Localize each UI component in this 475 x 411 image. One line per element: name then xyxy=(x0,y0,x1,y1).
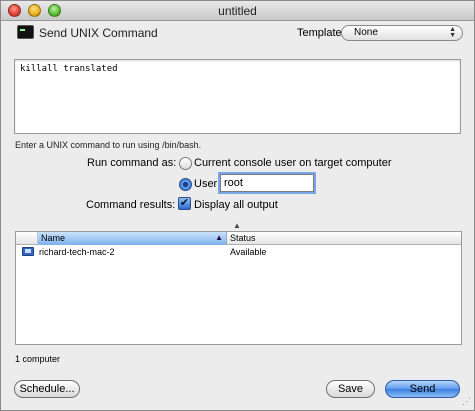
command-text: killall translated xyxy=(20,64,118,74)
task-title: Send UNIX Command xyxy=(39,26,158,40)
command-hint: Enter a UNIX command to run using /bin/b… xyxy=(15,140,202,150)
schedule-button[interactable]: Schedule... xyxy=(14,380,80,398)
template-label: Template: xyxy=(297,27,345,39)
status-column-header[interactable]: Status xyxy=(230,233,256,243)
popup-arrows-icon: ▲ ▼ xyxy=(449,26,456,39)
user-name-field[interactable]: root xyxy=(220,174,314,192)
user-radio-label[interactable]: User: xyxy=(194,178,220,190)
computer-list-table[interactable]: Name ▲ Status richard-tech-mac-2 Availab… xyxy=(15,231,462,345)
resize-grip-icon[interactable]: ⋰ xyxy=(462,396,471,407)
save-button[interactable]: Save xyxy=(326,380,375,398)
computer-name: richard-tech-mac-2 xyxy=(39,247,115,257)
template-popup-value: None xyxy=(354,27,378,38)
send-button[interactable]: Send xyxy=(385,380,460,398)
console-user-radio[interactable] xyxy=(179,157,192,170)
task-toolbar: Send UNIX Command Template: None ▲ ▼ xyxy=(1,21,474,45)
user-name-value: root xyxy=(224,177,243,189)
send-unix-command-window: untitled Send UNIX Command Template: Non… xyxy=(0,0,475,411)
computer-status: Available xyxy=(230,247,267,257)
name-column-label: Name xyxy=(41,233,66,243)
display-output-label[interactable]: Display all output xyxy=(194,199,278,211)
computer-icon xyxy=(22,247,34,256)
console-user-label[interactable]: Current console user on target computer xyxy=(194,157,392,169)
terminal-icon xyxy=(17,25,34,39)
computer-count: 1 computer xyxy=(15,354,61,364)
command-results-label: Command results: xyxy=(86,199,176,211)
title-bar: untitled xyxy=(1,1,474,21)
command-textarea[interactable]: killall translated xyxy=(14,59,461,134)
table-row[interactable]: richard-tech-mac-2 Available xyxy=(16,245,461,259)
sort-ascending-icon: ▲ xyxy=(215,233,223,242)
table-header: Name ▲ Status xyxy=(16,232,461,245)
template-popup[interactable]: None ▲ ▼ xyxy=(341,25,463,41)
display-output-checkbox[interactable]: ✔ xyxy=(178,197,191,210)
user-radio[interactable] xyxy=(179,178,192,191)
window-title: untitled xyxy=(218,4,257,18)
splitter-handle-icon[interactable]: ▲ xyxy=(233,221,241,230)
name-column-header[interactable]: Name ▲ xyxy=(37,232,227,245)
run-as-label: Run command as: xyxy=(87,157,177,169)
